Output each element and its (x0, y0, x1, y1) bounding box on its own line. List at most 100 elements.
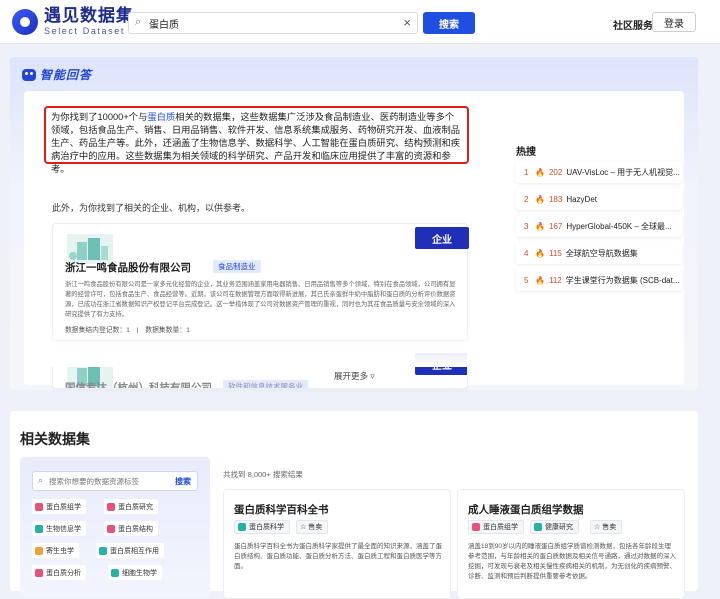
tag-icon (35, 568, 43, 577)
hot-search-item[interactable]: 5 🔥 112 学生课堂行为数据集 (SCB-dat... (516, 269, 682, 291)
community-service-link[interactable]: 社区服务 (613, 17, 653, 32)
expand-more-button[interactable]: 展开更多 ▿ (334, 370, 375, 382)
dataset-description: 涵盖18到90岁以内的睡液蛋白质组学质谱检测数据，包括各年龄段生理参考范围，与年… (468, 543, 676, 580)
tag-label: 寄生虫学 (46, 547, 74, 555)
hot-rank: 5 (524, 275, 529, 285)
hot-search-item[interactable]: 1 🔥 202 UAV-VisLoc – 用于无人机视觉... (516, 161, 682, 183)
hot-rank: 2 (524, 194, 529, 204)
hot-count: 167 (548, 221, 563, 231)
industry-badge: 软件和信息技术服务业 (223, 380, 308, 388)
tag-icon (111, 568, 119, 577)
tag-icon (35, 502, 43, 511)
dataset-card[interactable]: 成人睡液蛋白质组学数据 蛋白质组学 健康研究 ☆ 售卖 涵盖18到90岁以内的睡… (457, 489, 685, 599)
hot-name: UAV-VisLoc – 用于无人机视觉... (566, 167, 680, 177)
hot-rank: 4 (524, 248, 529, 258)
tag-search-input[interactable] (49, 475, 167, 488)
tag-chip[interactable]: 蛋白质结构 (104, 521, 158, 536)
search-input[interactable] (149, 15, 389, 31)
tag-label: 蛋白质相互作用 (110, 547, 159, 555)
related-datasets-section: 相关数据集 ⌕ 搜索 蛋白质组学 蛋白质研究 生物信息学 蛋白质结构 寄生虫学 (10, 411, 698, 599)
hot-count: 112 (548, 275, 562, 285)
tag-icon (99, 546, 107, 555)
search-icon: ⌕ (38, 475, 44, 485)
hot-name: 全球航空导航数据集 (565, 248, 638, 258)
tag-label: 细胞生物学 (122, 569, 157, 577)
company-description: 浙江一鸣食品股份有限公司是一家多元化经营的企业，其业务范围涵盖家用电器销售、日用… (65, 281, 456, 318)
dataset-title[interactable]: 成人睡液蛋白质组学数据 (468, 502, 584, 517)
logo-title: 遇见数据集 (44, 6, 134, 25)
logo-icon (12, 8, 38, 35)
fade-overlay (44, 327, 476, 367)
hot-rank: 3 (524, 221, 529, 231)
fire-icon: 🔥 (535, 167, 545, 177)
tag-icon (472, 523, 480, 531)
tag-label: 蛋白质组学 (483, 524, 518, 531)
summary-text-start: 为你找到了10000+个与 (51, 112, 148, 122)
fire-icon: 🔥 (535, 221, 545, 231)
tag-label: ☆ 售卖 (594, 524, 617, 531)
industry-badge: 食品制造业 (213, 260, 261, 273)
answer-card: 为你找到了10000+个与蛋白质相关的数据集，这些数据集广泛涉及食品制造业、医药… (24, 91, 684, 389)
smart-answer-title: 智能回答 (40, 68, 93, 82)
tag-chip[interactable]: 蛋白质相互作用 (96, 543, 164, 558)
hot-search-item[interactable]: 2 🔥 183 HazyDet (516, 188, 682, 210)
hot-search-item[interactable]: 3 🔥 167 HyperGlobal-450K – 全球最... (516, 215, 682, 237)
tag-label: 蛋白质分析 (46, 569, 81, 577)
login-button[interactable]: 登录 (652, 12, 696, 32)
tag-filter-panel: ⌕ 搜索 蛋白质组学 蛋白质研究 生物信息学 蛋白质结构 寄生虫学 蛋白质相互作… (20, 457, 210, 597)
company-name[interactable]: 浙江一鸣食品股份有限公司 (65, 260, 191, 275)
tag-label: 生物信息学 (46, 525, 81, 533)
search-button[interactable]: 搜索 (423, 12, 475, 34)
answer-summary: 为你找到了10000+个与蛋白质相关的数据集，这些数据集广泛涉及食品制造业、医药… (44, 106, 469, 174)
dataset-card[interactable]: 蛋白质科学百科全书 蛋白质科学 ☆ 售卖 蛋白质科学百科全书为蛋白质科学家提供了… (223, 489, 451, 599)
fire-icon: 🔥 (535, 194, 545, 204)
dataset-tag: 健康研究 (530, 520, 579, 534)
hot-count: 202 (548, 167, 563, 177)
search-icon: ⌕ (135, 16, 142, 28)
fire-icon: 🔥 (535, 275, 545, 285)
dataset-description: 蛋白质科学百科全书为蛋白质科学家提供了最全面的知识来源，涵盖了蛋白质结构、蛋白质… (234, 543, 442, 570)
tag-icon (35, 546, 43, 555)
tag-icon (238, 523, 246, 531)
tag-label: 蛋白质研究 (118, 503, 153, 511)
sale-tag: ☆ 售卖 (590, 520, 623, 534)
tag-icon (35, 524, 43, 533)
tag-icon (534, 523, 542, 531)
hot-rank: 1 (524, 167, 529, 177)
related-companies-intro: 此外，为你找到了相关的企业、机构，以供参考。 (52, 203, 251, 213)
company-card[interactable]: 企业 浙江一鸣食品股份有限公司 食品制造业 浙江一鸣食品股份有限公司是一家多元化… (52, 223, 469, 341)
dataset-title[interactable]: 蛋白质科学百科全书 (234, 502, 329, 517)
search-box: ⌕ × (128, 12, 418, 34)
site-logo[interactable]: 遇见数据集 Select Dataset (12, 7, 134, 36)
logo-subtitle: Select Dataset (44, 26, 125, 36)
tag-icon (107, 524, 115, 533)
tag-chip[interactable]: 蛋白质组学 (32, 499, 86, 514)
dataset-tag: 蛋白质组学 (468, 520, 524, 534)
robot-icon (22, 68, 36, 81)
hot-name: HyperGlobal-450K – 全球最... (566, 221, 672, 231)
tag-label: 健康研究 (545, 524, 573, 531)
tag-chip[interactable]: 蛋白质分析 (32, 565, 86, 580)
tag-search-button[interactable]: 搜索 (175, 476, 191, 487)
tag-chip[interactable]: 蛋白质研究 (104, 499, 158, 514)
fire-icon: 🔥 (535, 248, 545, 258)
tag-chip[interactable]: 寄生虫学 (32, 543, 79, 558)
tag-label: 蛋白质科学 (249, 524, 284, 531)
tag-label: 蛋白质结构 (118, 525, 153, 533)
hot-name: HazyDet (566, 194, 598, 204)
clear-icon[interactable]: × (403, 15, 411, 30)
top-navigation-bar: 遇见数据集 Select Dataset ⌕ × 搜索 社区服务 登录 (0, 0, 720, 44)
tag-chip[interactable]: 细胞生物学 (108, 565, 162, 580)
tag-label: 蛋白质组学 (46, 503, 81, 511)
company-name[interactable]: 国信专达（杭州）科技有限公司 (65, 380, 212, 388)
result-count: 共找到 8,000+ 搜索结果 (223, 470, 303, 479)
dataset-tag: 蛋白质科学 (234, 520, 290, 534)
summary-keyword: 蛋白质 (147, 112, 176, 122)
hot-search-item[interactable]: 4 🔥 115 全球航空导航数据集 (516, 242, 682, 264)
hot-count: 115 (548, 248, 562, 258)
tag-chip[interactable]: 生物信息学 (32, 521, 86, 536)
related-datasets-title: 相关数据集 (20, 431, 90, 447)
smart-answer-header: 智能回答 (22, 66, 92, 83)
tag-icon (107, 502, 115, 511)
smart-answer-panel: 智能回答 为你找到了10000+个与蛋白质相关的数据集，这些数据集广泛涉及食品制… (10, 57, 698, 390)
